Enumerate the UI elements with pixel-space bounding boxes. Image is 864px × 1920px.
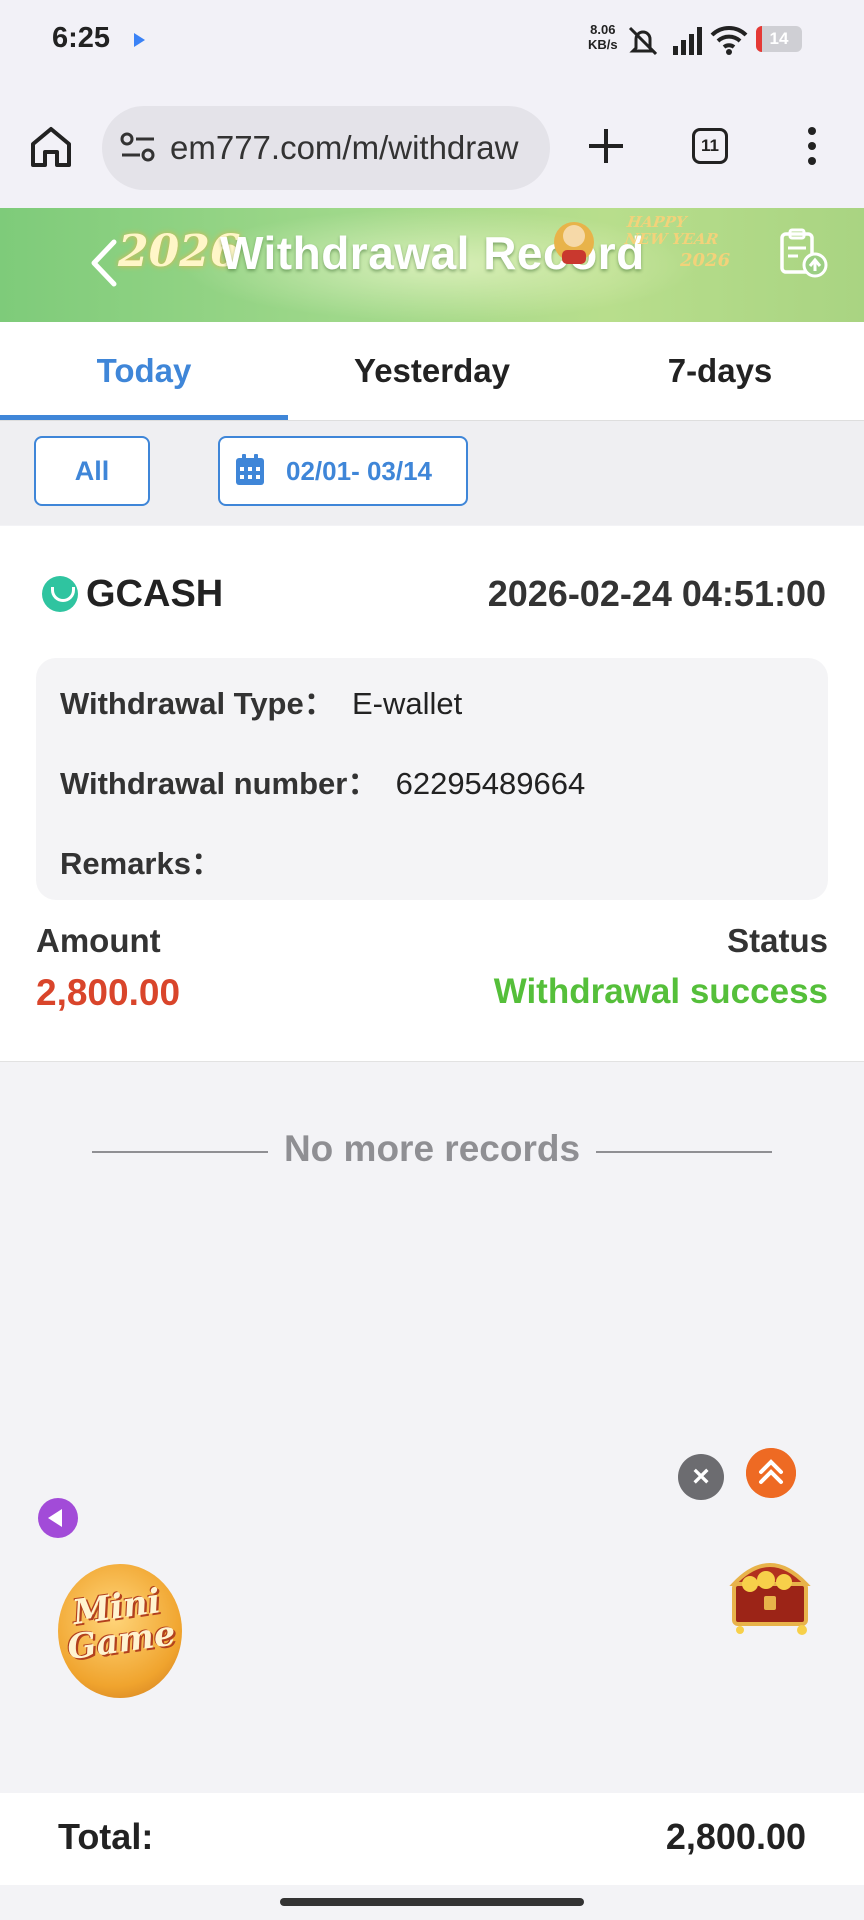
wifi-icon: [710, 25, 748, 55]
amount-label: Amount: [36, 922, 161, 959]
network-speed-value: 8.06: [590, 22, 616, 37]
mute-icon: [628, 26, 658, 56]
total-label: Total:: [58, 1816, 154, 1857]
card-divider: [0, 1061, 864, 1062]
mini-game-button[interactable]: Mini Game: [54, 1560, 184, 1700]
banner-new-year-text: NEW YEAR: [623, 230, 720, 248]
withdrawal-number-value: 62295489664: [395, 766, 586, 801]
remarks-row: Remarks：: [60, 838, 222, 883]
battery-level: 14: [769, 29, 789, 48]
tab-yesterday[interactable]: Yesterday: [288, 322, 576, 420]
banner-happy-text: HAPPY: [626, 213, 688, 231]
new-tab-button[interactable]: [584, 124, 628, 168]
withdrawal-type-row: Withdrawal Type： E-wallet: [60, 678, 462, 723]
status-time: 6:25: [52, 22, 111, 54]
tab-switcher-button[interactable]: 11: [692, 128, 728, 164]
withdrawal-type-label: Withdrawal Type：: [60, 686, 335, 721]
date-range-text[interactable]: 02/01- 03/14: [286, 436, 432, 506]
banner-greeting: HAPPY NEW YEAR: [623, 213, 722, 248]
network-speed-unit: KB/s: [588, 37, 618, 52]
battery-icon: 14: [756, 26, 802, 52]
network-speed: 8.06 KB/s: [588, 22, 618, 52]
tab-7-days[interactable]: 7-days: [576, 322, 864, 420]
signal-icon: [673, 27, 702, 55]
close-float-button[interactable]: ×: [678, 1454, 724, 1500]
gesture-home-indicator[interactable]: [280, 1898, 584, 1906]
record-timestamp: 2026-02-24 04:51:00: [487, 573, 826, 614]
tab-today[interactable]: Today: [0, 322, 288, 420]
amount-value: 2,800.00: [36, 972, 181, 1013]
upload-record-button[interactable]: [776, 226, 830, 280]
collapse-float-button[interactable]: [38, 1498, 78, 1538]
divider-line-right: [596, 1151, 772, 1153]
banner-year-right: 2026: [680, 250, 731, 271]
site-settings-icon[interactable]: [120, 131, 156, 163]
divider-line-left: [92, 1151, 268, 1153]
home-button[interactable]: [26, 122, 76, 172]
status-value: Withdrawal success: [493, 972, 828, 1011]
remarks-label: Remarks：: [60, 846, 222, 881]
more-menu-button[interactable]: [800, 124, 824, 168]
filter-all-button[interactable]: All: [34, 436, 150, 506]
withdrawal-type-value: E-wallet: [351, 686, 463, 721]
url-text[interactable]: em777.com/m/withdraw: [170, 124, 540, 172]
mini-game-text: Mini Game: [64, 1581, 178, 1669]
withdrawal-number-row: Withdrawal number： 62295489664: [60, 758, 585, 803]
horse-mascot-icon: [554, 222, 594, 264]
gcash-logo-icon: [42, 576, 78, 612]
back-button[interactable]: [86, 238, 122, 288]
treasure-chest-icon[interactable]: [720, 1540, 820, 1640]
scroll-to-top-button[interactable]: [746, 1448, 796, 1498]
withdrawal-number-label: Withdrawal number：: [60, 766, 379, 801]
payment-method-name: GCASH: [86, 573, 224, 615]
total-value: 2,800.00: [665, 1816, 806, 1857]
status-label: Status: [727, 922, 828, 959]
play-store-icon: [134, 33, 145, 47]
calendar-icon: [236, 454, 264, 485]
no-more-records-text: No more records: [283, 1128, 581, 1169]
